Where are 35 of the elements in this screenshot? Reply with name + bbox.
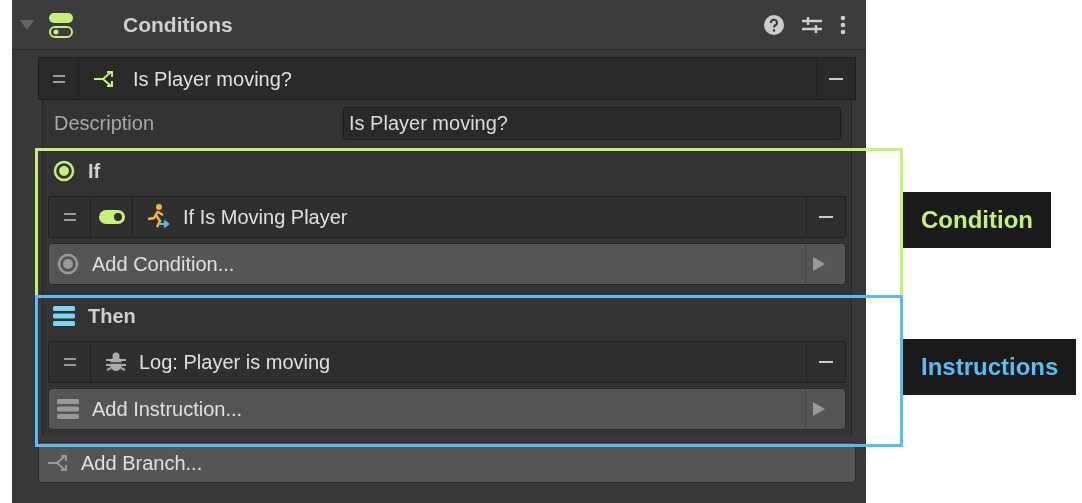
add-condition-button[interactable]: Add Condition... — [48, 243, 846, 285]
list-icon — [57, 399, 79, 419]
sliders-icon[interactable] — [802, 14, 822, 35]
play-icon — [812, 402, 825, 416]
minus-icon — [819, 216, 833, 218]
list-icon — [53, 306, 75, 326]
branch-title: Is Player moving? — [133, 66, 292, 92]
drag-icon — [63, 213, 76, 221]
section-heading: If — [88, 159, 101, 184]
radio-icon — [53, 160, 75, 182]
condition-title: If Is Moving Player — [183, 205, 348, 230]
running-figure-icon — [145, 204, 171, 230]
bug-icon — [105, 351, 127, 373]
more-icon[interactable] — [840, 14, 846, 35]
callout-label: Condition — [903, 192, 1051, 248]
minus-icon — [829, 77, 843, 80]
description-field[interactable]: Is Player moving? — [343, 106, 841, 140]
toggles-icon — [48, 11, 74, 38]
panel-title: Conditions — [123, 11, 233, 38]
branch-header[interactable]: Is Player moving? — [38, 57, 856, 100]
drag-icon — [63, 358, 76, 366]
condition-row[interactable]: If Is Moving Player — [48, 196, 846, 238]
help-icon[interactable] — [764, 14, 784, 35]
radio-icon — [57, 253, 79, 275]
callout-label: Instructions — [903, 339, 1077, 395]
description-label: Description — [54, 111, 156, 136]
drag-icon — [52, 74, 65, 83]
toggle-switch[interactable] — [98, 210, 125, 224]
play-icon — [812, 257, 825, 271]
instruction-row[interactable]: Log: Player is moving — [48, 341, 846, 383]
section-heading: Then — [88, 304, 136, 329]
add-branch-button[interactable]: Add Branch... — [38, 442, 856, 483]
minus-icon — [819, 361, 833, 363]
instruction-title: Log: Player is moving — [139, 350, 331, 375]
add-instruction-button[interactable]: Add Instruction... — [48, 388, 846, 430]
